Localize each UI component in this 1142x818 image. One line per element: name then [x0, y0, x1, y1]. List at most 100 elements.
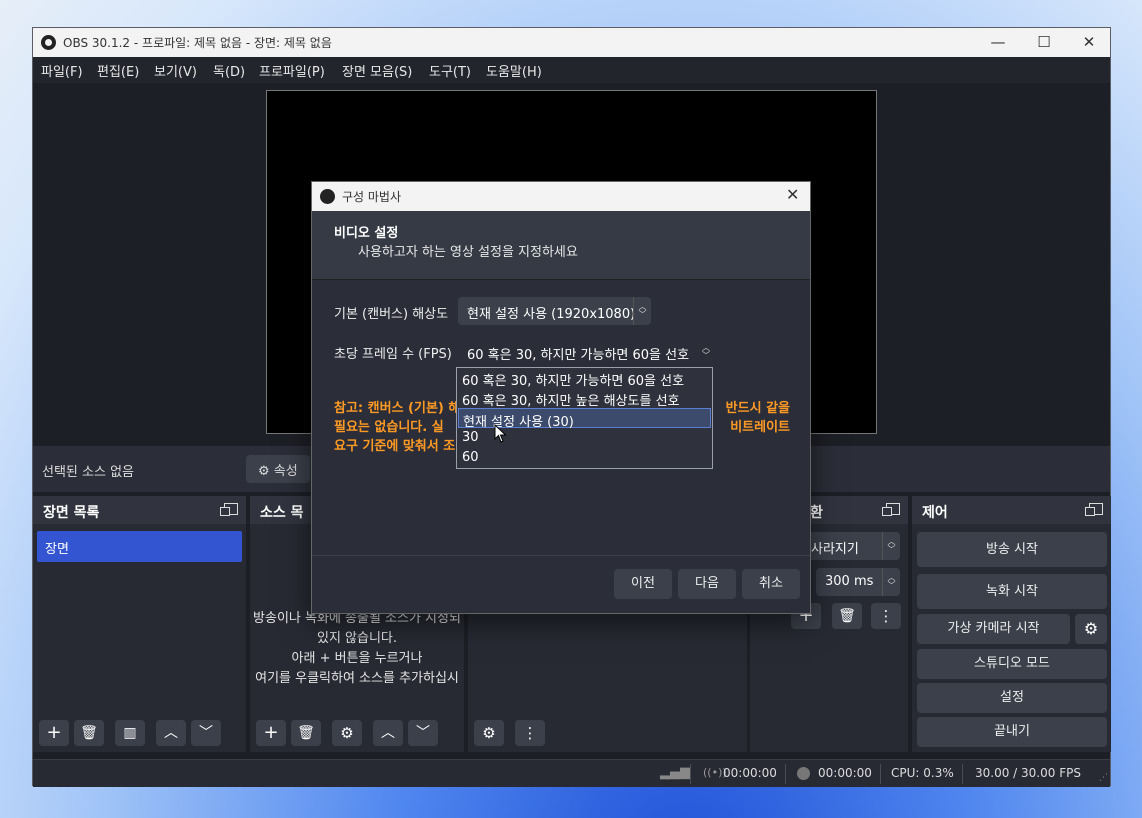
plus-icon: + — [46, 722, 62, 743]
minimize-button[interactable]: — — [975, 28, 1021, 57]
cancel-button[interactable]: 취소 — [742, 569, 800, 599]
add-scene-button[interactable]: + — [39, 720, 69, 746]
trash-icon: 🗑 — [80, 725, 98, 741]
studio-mode-button[interactable]: 스튜디오 모드 — [917, 649, 1107, 679]
menu-scene-collection[interactable]: 장면 모음(S) — [342, 61, 412, 80]
start-recording-button[interactable]: 녹화 시작 — [917, 574, 1107, 609]
undock-icon[interactable] — [1085, 503, 1103, 516]
record-time: 00:00:00 — [818, 766, 872, 780]
menu-profile[interactable]: 프로파일(P) — [259, 61, 325, 80]
separator — [785, 764, 786, 784]
gear-icon: ⚙ — [482, 724, 496, 742]
wizard-note: 참고: 캔버스 (기본) 해 필요는 없습니다. 실 요구 기준에 맞춰서 조 — [334, 399, 460, 456]
wizard-close-button[interactable]: ✕ — [786, 185, 799, 204]
resolution-value: 현재 설정 사용 (1920x1080) — [467, 307, 636, 322]
move-source-down-button[interactable]: ﹀ — [408, 720, 438, 746]
add-source-button[interactable]: + — [256, 720, 286, 746]
undock-icon[interactable] — [220, 503, 238, 516]
duration-value: 300 ms — [825, 574, 874, 589]
resolution-label: 기본 (캔버스) 해상도 — [334, 307, 449, 322]
spin-arrows-icon: ︿ ﹀ — [633, 297, 651, 325]
audio-settings-button[interactable]: ⚙ — [474, 720, 504, 746]
menu-docks[interactable]: 독(D) — [213, 61, 245, 80]
separator — [690, 764, 691, 784]
no-source-selected-label: 선택된 소스 없음 — [42, 465, 134, 480]
transition-value: 사라지기 — [811, 542, 859, 557]
note-line: 참고: 캔버스 (기본) 해 — [334, 401, 461, 416]
remove-source-button[interactable]: 🗑 — [291, 720, 321, 746]
stream-time: 00:00:00 — [723, 766, 777, 780]
chevron-up-icon: ︿ — [381, 725, 395, 741]
next-button[interactable]: 다음 — [678, 569, 736, 599]
window-title: OBS 30.1.2 - 프로파일: 제목 없음 - 장면: 제목 없음 — [63, 36, 332, 50]
start-streaming-button[interactable]: 방송 시작 — [917, 532, 1107, 567]
menu-file[interactable]: 파일(F) — [41, 61, 83, 80]
transition-duration[interactable]: 300 ms ︿ ﹀ — [816, 568, 900, 596]
scene-list-item[interactable]: 장면 — [37, 531, 242, 562]
separator — [962, 764, 963, 784]
controls-dock-title: 제어 — [922, 505, 948, 521]
exit-button[interactable]: 끝내기 — [917, 717, 1107, 747]
settings-button[interactable]: 설정 — [917, 683, 1107, 713]
controls-dock-header: 제어 — [912, 496, 1111, 524]
virtual-camera-settings-button[interactable]: ⚙ — [1075, 614, 1107, 644]
move-scene-down-button[interactable]: ﹀ — [191, 720, 221, 746]
divider — [312, 555, 810, 556]
menu-help[interactable]: 도움말(H) — [486, 61, 542, 80]
scenes-dock-title: 장면 목록 — [43, 505, 100, 521]
scene-name: 장면 — [45, 542, 69, 557]
fps-option[interactable]: 60 혹은 30, 하지만 높은 해상도를 선호 — [458, 388, 711, 409]
properties-button[interactable]: ⚙ 속성 — [246, 455, 310, 483]
transition-menu-button[interactable]: ⋮ — [871, 603, 901, 629]
chevron-up-icon: ︿ — [164, 725, 178, 741]
obs-logo-icon — [41, 35, 56, 50]
fps-option[interactable]: 60 — [458, 448, 711, 468]
empty-line: 여기를 우클릭하여 소스를 추가하십시 — [255, 671, 459, 686]
spin-arrows-icon: ︿ ﹀ — [882, 532, 900, 560]
fps-indicator: 30.00 / 30.00 FPS — [975, 766, 1081, 780]
move-source-up-button[interactable]: ︿ — [373, 720, 403, 746]
fps-select[interactable]: 60 혹은 30, 하지만 가능하면 60을 선호 ︿ ﹀ — [458, 338, 715, 366]
separator — [880, 764, 881, 784]
wizard-heading: 비디오 설정 — [334, 226, 399, 241]
cpu-usage: CPU: 0.3% — [891, 766, 954, 780]
menu-view[interactable]: 보기(V) — [154, 61, 197, 80]
empty-line: 아래 + 버튼을 누르거나 — [291, 651, 423, 666]
trash-icon: 🗑 — [297, 725, 315, 741]
resize-grip-icon[interactable]: ⋰ — [1099, 773, 1108, 783]
mouse-cursor-icon — [494, 424, 507, 443]
properties-label: 속성 — [273, 464, 298, 479]
title-bar: OBS 30.1.2 - 프로파일: 제목 없음 - 장면: 제목 없음 — ☐… — [33, 28, 1110, 57]
gear-icon: ⚙ — [258, 464, 270, 479]
remove-scene-button[interactable]: 🗑 — [74, 720, 104, 746]
note-line: 요구 기준에 맞춰서 조 — [334, 439, 456, 454]
menu-tools[interactable]: 도구(T) — [429, 61, 471, 80]
spin-arrows-icon: ︿ ﹀ — [882, 568, 900, 596]
transition-select[interactable]: 사라지기 ︿ ﹀ — [802, 532, 900, 560]
fps-option[interactable]: 60 혹은 30, 하지만 가능하면 60을 선호 — [458, 368, 711, 389]
sources-dock-title: 소스 목 — [260, 505, 304, 521]
menu-edit[interactable]: 편집(E) — [97, 61, 139, 80]
maximize-button[interactable]: ☐ — [1021, 28, 1067, 57]
audio-menu-button[interactable]: ⋮ — [515, 720, 545, 746]
note-line: 비트레이트 — [730, 420, 790, 435]
status-bar: ▂▄▆ ((•)) 00:00:00 00:00:00 CPU: 0.3% 30… — [33, 759, 1110, 787]
gear-icon: ⚙ — [340, 724, 354, 742]
plus-icon: + — [263, 722, 279, 743]
gear-icon: ⚙ — [1083, 619, 1099, 638]
start-virtual-camera-button[interactable]: 가상 카메라 시작 — [917, 614, 1070, 644]
filter-icon: ▥ — [123, 725, 137, 741]
resolution-select[interactable]: 현재 설정 사용 (1920x1080) ︿ ﹀ — [458, 297, 651, 325]
note-line: 필요는 없습니다. 실 — [334, 420, 444, 435]
wizard-title: 구성 마법사 — [342, 190, 402, 204]
remove-transition-button[interactable]: 🗑 — [832, 603, 862, 629]
back-button[interactable]: 이전 — [614, 569, 672, 599]
move-scene-up-button[interactable]: ︿ — [156, 720, 186, 746]
fps-dropdown-list: 60 혹은 30, 하지만 가능하면 60을 선호 60 혹은 30, 하지만 … — [456, 367, 713, 469]
source-properties-button[interactable]: ⚙ — [332, 720, 362, 746]
undock-icon[interactable] — [882, 503, 900, 516]
scene-filters-button[interactable]: ▥ — [115, 720, 145, 746]
close-button[interactable]: ✕ — [1066, 28, 1112, 57]
obs-logo-icon — [320, 189, 335, 204]
more-icon: ⋮ — [522, 724, 538, 742]
